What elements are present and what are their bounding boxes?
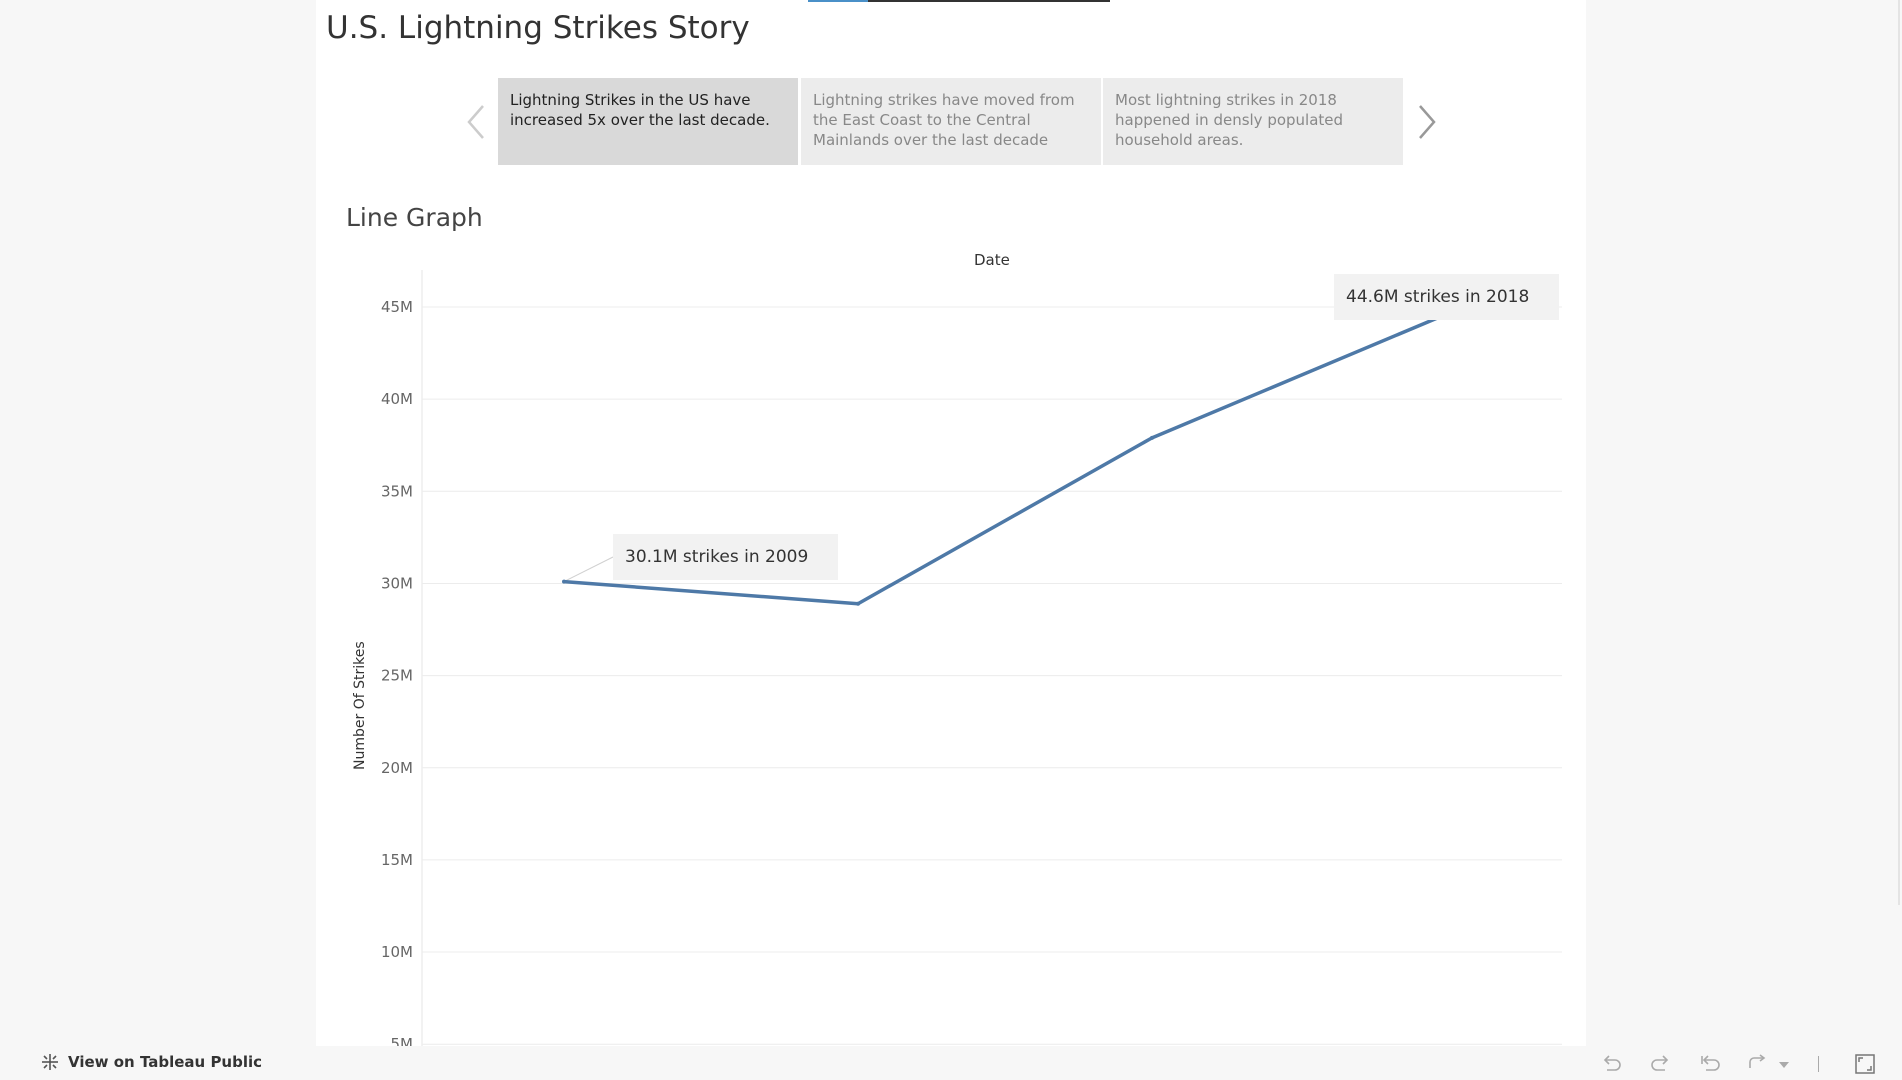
- grid-lines: [421, 270, 1562, 1046]
- data-point[interactable]: [562, 579, 566, 584]
- refresh-button[interactable]: [1744, 1052, 1770, 1076]
- refresh-dropdown-button[interactable]: [1776, 1052, 1792, 1076]
- view-on-tableau-link[interactable]: View on Tableau Public: [40, 1052, 262, 1072]
- data-point[interactable]: [1150, 435, 1154, 440]
- redo-icon: [1651, 1055, 1669, 1071]
- tableau-logo-icon: [42, 1054, 58, 1070]
- view-on-tableau-label: View on Tableau Public: [68, 1053, 263, 1071]
- y-tick-labels: 45M 40M 35M 30M 25M 20M 15M 10M 5M: [381, 298, 413, 1046]
- line-chart: 45M 40M 35M 30M 25M 20M 15M 10M 5M: [381, 270, 1562, 1046]
- fullscreen-icon: [1855, 1054, 1875, 1074]
- scrollbar-track[interactable]: [1898, 0, 1900, 905]
- revert-button[interactable]: [1697, 1052, 1723, 1076]
- data-point[interactable]: [856, 601, 860, 606]
- y-tick-label: 40M: [381, 390, 413, 408]
- y-tick-label: 5M: [391, 1035, 414, 1046]
- annotation-connector: [563, 556, 614, 583]
- undo-icon: [1603, 1055, 1621, 1071]
- fullscreen-button[interactable]: [1852, 1052, 1878, 1076]
- annotation-2018: 44.6M strikes in 2018: [1334, 274, 1559, 320]
- y-tick-label: 35M: [381, 482, 413, 500]
- y-tick-label: 10M: [381, 943, 413, 961]
- revert-icon: [1701, 1055, 1720, 1071]
- y-tick-label: 20M: [381, 759, 413, 777]
- y-tick-label: 15M: [381, 851, 413, 869]
- y-tick-label: 45M: [381, 298, 413, 316]
- y-tick-label: 25M: [381, 667, 413, 685]
- undo-button[interactable]: [1598, 1052, 1624, 1076]
- refresh-icon: [1749, 1054, 1766, 1068]
- annotation-2009: 30.1M strikes in 2009: [613, 534, 838, 580]
- redo-button[interactable]: [1648, 1052, 1674, 1076]
- caret-down-icon: [1779, 1062, 1789, 1068]
- toolbar-divider: [1818, 1056, 1819, 1072]
- y-tick-label: 30M: [381, 574, 413, 592]
